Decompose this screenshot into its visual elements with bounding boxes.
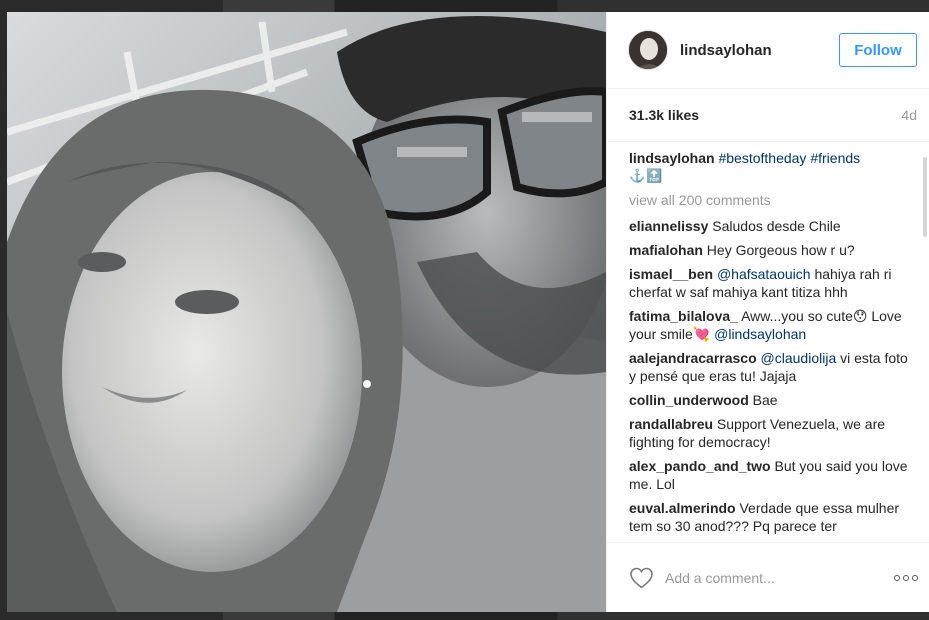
comment-item: alex_pando_and_two But you said you love… xyxy=(629,457,916,493)
view-all-comments-link[interactable]: view all 200 comments xyxy=(629,191,916,209)
comment-item: randallabreu Support Venezuela, we are f… xyxy=(629,415,916,451)
post-age[interactable]: 4d xyxy=(901,107,917,123)
avatar-image xyxy=(629,31,667,69)
comment-username[interactable]: ismael__ben xyxy=(629,266,713,282)
comment-username[interactable]: alex_pando_and_two xyxy=(629,458,771,474)
comment-item: collin_underwood Bae xyxy=(629,391,916,409)
more-options-icon[interactable] xyxy=(894,573,918,583)
hashtag-link[interactable]: #bestoftheday xyxy=(718,150,806,166)
comment-text: Hey Gorgeous how r u? xyxy=(706,242,855,258)
caption-username[interactable]: lindsaylohan xyxy=(629,150,715,166)
comment-item: ismael__ben @hafsataouich hahiya rah ri … xyxy=(629,265,916,301)
mention-link[interactable]: @lindsaylohan xyxy=(714,326,806,342)
post-meta: 31.3k likes 4d xyxy=(607,89,929,142)
comment-item: mafialohan Hey Gorgeous how r u? xyxy=(629,241,916,259)
post-username[interactable]: lindsaylohan xyxy=(680,42,839,59)
dot-icon xyxy=(903,574,909,581)
hashtag-link[interactable]: #friends xyxy=(810,150,860,166)
comment-item: fatima_bilalova_ Aww...you so cute😯 Love… xyxy=(629,307,916,343)
comment-item: euval.almerindo Verdade que essa mulher … xyxy=(629,499,916,535)
comment-text: Saludos desde Chile xyxy=(712,218,841,234)
comment-username[interactable]: collin_underwood xyxy=(629,392,749,408)
comment-item: eliannelissy Saludos desde Chile xyxy=(629,217,916,235)
follow-button[interactable]: Follow xyxy=(839,33,917,67)
comment-item: aalejandracarrasco @claudiolija vi esta … xyxy=(629,349,916,385)
post-sidebar: lindsaylohan Follow 31.3k likes 4d linds… xyxy=(606,12,929,612)
dot-icon xyxy=(912,574,918,581)
comment-username[interactable]: mafialohan xyxy=(629,242,703,258)
comment-username[interactable]: euval.almerindo xyxy=(629,500,736,516)
selfie-image xyxy=(7,12,606,612)
post-modal: lindsaylohan Follow 31.3k likes 4d linds… xyxy=(7,12,929,612)
avatar[interactable] xyxy=(628,30,668,70)
comment-username[interactable]: aalejandracarrasco xyxy=(629,350,757,366)
dot-icon xyxy=(894,574,900,581)
likes-count[interactable]: 31.3k likes xyxy=(629,107,699,123)
caption-emoji: ⚓️🔝 xyxy=(629,168,664,183)
comment-username[interactable]: fatima_bilalova_ xyxy=(629,308,738,324)
comment-text: Bae xyxy=(752,392,778,408)
mention-link[interactable]: @hafsataouich xyxy=(717,266,811,282)
comments-list[interactable]: lindsaylohan #bestoftheday #friends ⚓️🔝 … xyxy=(607,149,929,542)
caption: lindsaylohan #bestoftheday #friends ⚓️🔝 xyxy=(629,149,916,185)
mention-link[interactable]: @claudiolija xyxy=(761,350,837,366)
comment-username[interactable]: randallabreu xyxy=(629,416,713,432)
heart-icon[interactable] xyxy=(629,567,654,589)
comments-scrollbar[interactable] xyxy=(923,157,927,237)
post-header: lindsaylohan Follow xyxy=(607,12,929,89)
comment-footer xyxy=(607,542,929,612)
post-photo[interactable] xyxy=(7,12,606,612)
comment-username[interactable]: eliannelissy xyxy=(629,218,708,234)
add-comment-input[interactable] xyxy=(665,569,894,586)
